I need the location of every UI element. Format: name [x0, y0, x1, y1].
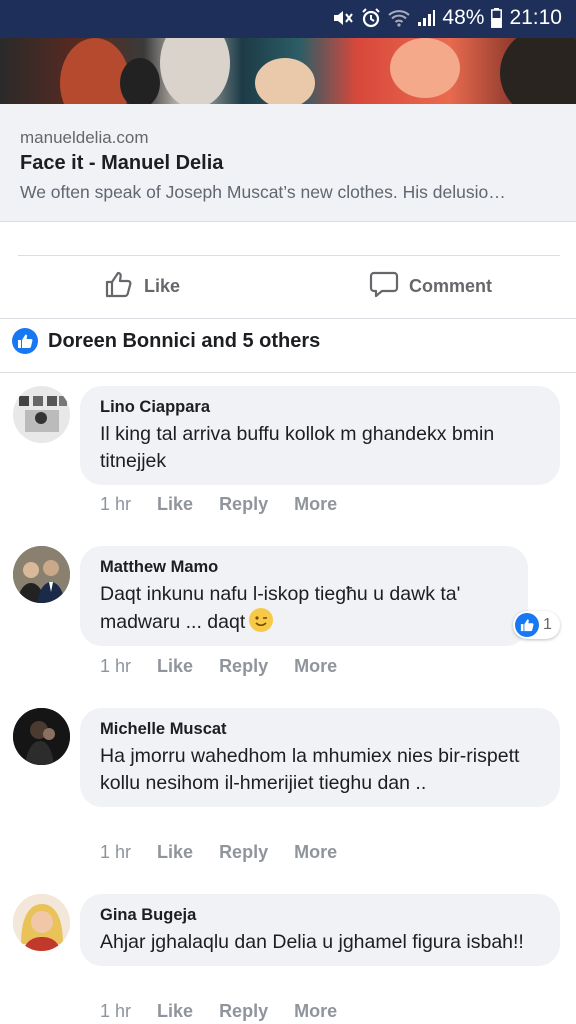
- comment-time[interactable]: 1 hr: [100, 1001, 131, 1022]
- comment-time[interactable]: 1 hr: [100, 494, 131, 515]
- comment-like-button[interactable]: Like: [157, 494, 193, 515]
- comment-time[interactable]: 1 hr: [100, 656, 131, 677]
- reaction-count-value: 1: [543, 616, 552, 633]
- comment-button[interactable]: Comment: [369, 266, 492, 306]
- comment-like-button[interactable]: Like: [157, 1001, 193, 1022]
- mute-icon: [332, 8, 354, 28]
- comment-reply-button[interactable]: Reply: [219, 656, 268, 677]
- comment-like-button[interactable]: Like: [157, 656, 193, 677]
- signal-icon: [417, 9, 436, 27]
- avatar[interactable]: [13, 708, 70, 765]
- comment-bubble[interactable]: Matthew Mamo Daqt inkunu nafu l-iskop ti…: [80, 546, 528, 646]
- comment-actions: 1 hr Like Reply More: [100, 656, 337, 677]
- comment-text: Ahjar jghalaqlu dan Delia u jghamel figu…: [100, 931, 524, 953]
- like-button[interactable]: Like: [104, 266, 180, 306]
- avatar[interactable]: [13, 894, 70, 951]
- reactions-summary[interactable]: Doreen Bonnici and 5 others: [12, 328, 320, 354]
- comment-like-button[interactable]: Like: [157, 842, 193, 863]
- comment-label: Comment: [409, 275, 493, 296]
- comment-reply-button[interactable]: Reply: [219, 842, 268, 863]
- reactions-text: Doreen Bonnici and 5 others: [48, 329, 321, 352]
- avatar[interactable]: [13, 546, 70, 603]
- alarm-icon: [361, 8, 381, 28]
- like-reaction-icon: [12, 328, 38, 354]
- link-description: We often speak of Joseph Muscat’s new cl…: [20, 182, 506, 202]
- comment-author[interactable]: Lino Ciappara: [100, 396, 540, 418]
- comment-reply-button[interactable]: Reply: [219, 494, 268, 515]
- comment-bubble[interactable]: Lino Ciappara Il king tal arriva buffu k…: [80, 386, 560, 485]
- comment-time[interactable]: 1 hr: [100, 842, 131, 863]
- comment-more-button[interactable]: More: [294, 656, 337, 677]
- divider: [0, 318, 576, 319]
- comment-author[interactable]: Gina Bugeja: [100, 904, 540, 926]
- comment-actions: 1 hr Like Reply More: [100, 494, 337, 515]
- battery-icon: [491, 8, 503, 28]
- comment-text: Daqt inkunu nafu l-iskop tiegħu u dawk t…: [100, 583, 461, 633]
- avatar[interactable]: [13, 386, 70, 443]
- thumbs-up-icon: [104, 269, 134, 304]
- comment-text: Ha jmorru wahedhom la mhumiex nies bir-r…: [100, 745, 520, 794]
- comment-reply-button[interactable]: Reply: [219, 1001, 268, 1022]
- clock: 21:10: [509, 6, 562, 29]
- comment-more-button[interactable]: More: [294, 842, 337, 863]
- comment-more-button[interactable]: More: [294, 494, 337, 515]
- divider: [0, 372, 576, 373]
- comment-reaction-count[interactable]: 1: [513, 611, 560, 639]
- comment-bubble[interactable]: Michelle Muscat Ha jmorru wahedhom la mh…: [80, 708, 560, 807]
- like-reaction-icon: [515, 613, 539, 637]
- comment-actions: 1 hr Like Reply More: [100, 1001, 337, 1022]
- comment-icon: [369, 269, 399, 304]
- comment-author[interactable]: Matthew Mamo: [100, 556, 508, 578]
- comment-author[interactable]: Michelle Muscat: [100, 718, 540, 740]
- status-bar: 48% 21:10: [0, 0, 576, 38]
- link-preview-image[interactable]: [0, 38, 576, 104]
- link-title[interactable]: Face it - Manuel Delia: [20, 152, 223, 175]
- battery-percent: 48%: [442, 6, 485, 29]
- wink-emoji-icon: [249, 608, 274, 632]
- divider: [18, 255, 560, 256]
- link-domain: manueldelia.com: [20, 128, 149, 147]
- comment-more-button[interactable]: More: [294, 1001, 337, 1022]
- comment-actions: 1 hr Like Reply More: [100, 842, 337, 863]
- comment-bubble[interactable]: Gina Bugeja Ahjar jghalaqlu dan Delia u …: [80, 894, 560, 966]
- like-label: Like: [144, 275, 181, 296]
- comment-text: Il king tal arriva buffu kollok m ghande…: [100, 423, 495, 472]
- wifi-icon: [388, 9, 411, 27]
